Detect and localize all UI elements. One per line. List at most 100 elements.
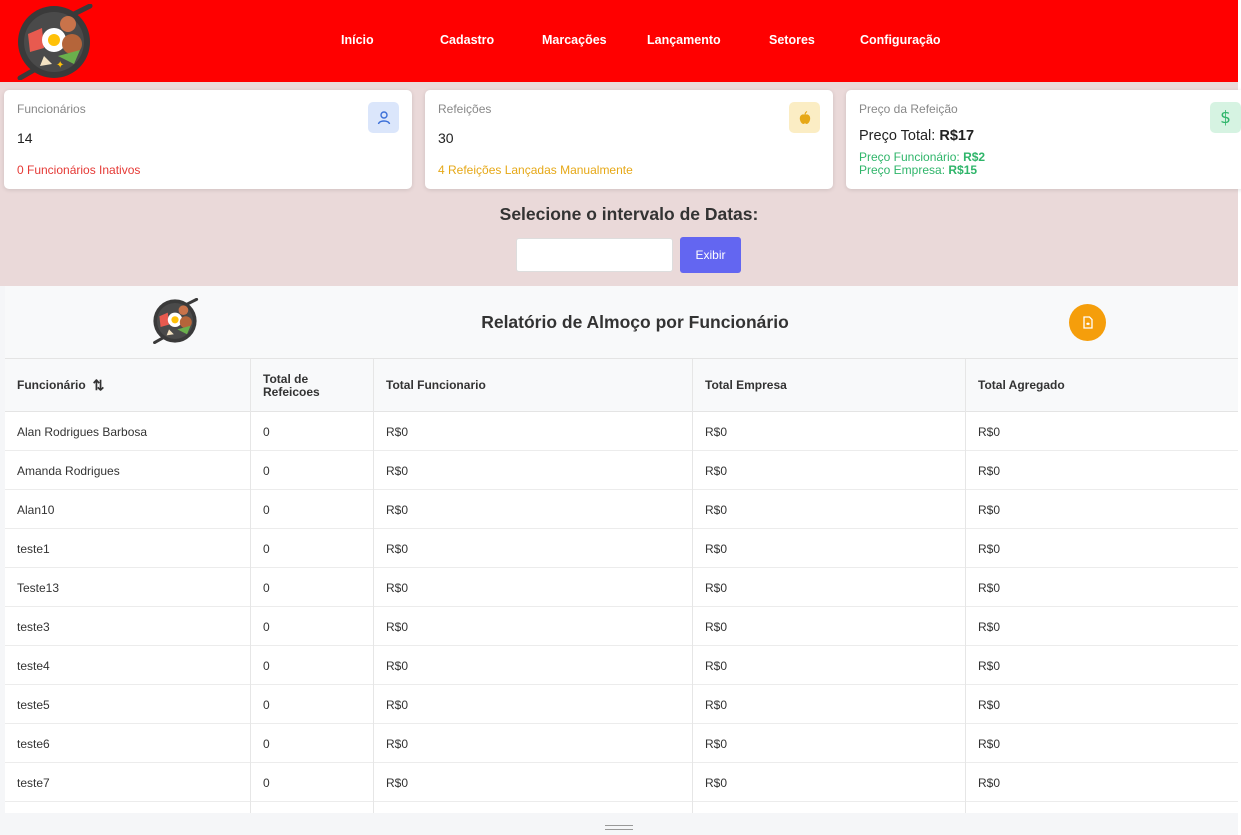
logo-icon[interactable]: ✦ xyxy=(14,4,94,80)
cell-funcionario: teste7 xyxy=(17,775,50,790)
cell-total-refeicoes: 0 xyxy=(263,658,270,673)
cell-funcionario: teste3 xyxy=(17,619,50,634)
col-funcionario-label: Funcionário xyxy=(17,378,86,392)
table-row[interactable] xyxy=(5,802,1238,813)
preco-breakdown: Preço Funcionário: R$2 Preço Empresa: R$… xyxy=(859,151,985,177)
card-title: Funcionários xyxy=(17,102,86,116)
cell-total-agregado: R$0 xyxy=(978,775,1001,790)
preco-funcionario-value: R$2 xyxy=(963,150,986,164)
cell-total-empresa: R$0 xyxy=(705,697,728,712)
table-row[interactable]: Alan Rodrigues Barbosa 0 R$0 R$0 R$0 xyxy=(5,412,1238,451)
table-row[interactable]: teste1 0 R$0 R$0 R$0 xyxy=(5,529,1238,568)
date-range-input[interactable] xyxy=(516,238,673,272)
cell-total-agregado: R$0 xyxy=(978,736,1001,751)
report-panel: Relatório de Almoço por Funcionário Func… xyxy=(5,286,1238,813)
card-preco: Preço da Refeição Preço Total: R$17 Preç… xyxy=(846,90,1241,189)
cell-total-refeicoes: 0 xyxy=(263,424,270,439)
preco-empresa-label: Preço Empresa: xyxy=(859,163,949,177)
card-funcionarios: Funcionários 14 0 Funcionários Inativos xyxy=(4,90,412,189)
apple-icon xyxy=(789,102,820,133)
cell-total-agregado: R$0 xyxy=(978,580,1001,595)
preco-total-label: Preço Total: xyxy=(859,128,940,144)
cell-total-empresa: R$0 xyxy=(705,619,728,634)
sort-icon[interactable]: ⇅ xyxy=(93,378,105,392)
table-row[interactable]: Amanda Rodrigues 0 R$0 R$0 R$0 xyxy=(5,451,1238,490)
cell-total-refeicoes: 0 xyxy=(263,736,270,751)
pdf-export-button[interactable] xyxy=(1069,304,1106,341)
navbar: ✦ Início Cadastro Marcações Lançamento S… xyxy=(0,0,1238,82)
date-range-title: Selecione o intervalo de Datas: xyxy=(499,204,759,224)
cell-total-funcionario: R$0 xyxy=(386,658,409,673)
table-row[interactable]: teste3 0 R$0 R$0 R$0 xyxy=(5,607,1238,646)
cell-total-funcionario: R$0 xyxy=(386,424,409,439)
col-total-funcionario: Total Funcionario xyxy=(386,378,486,392)
report-title: Relatório de Almoço por Funcionário xyxy=(481,312,789,332)
column-divider xyxy=(692,359,693,813)
cell-total-refeicoes: 0 xyxy=(263,619,270,634)
column-divider xyxy=(250,359,251,813)
report-header: Relatório de Almoço por Funcionário xyxy=(5,286,1238,359)
cell-total-funcionario: R$0 xyxy=(386,580,409,595)
table-row[interactable]: Alan10 0 R$0 R$0 R$0 xyxy=(5,490,1238,529)
nav-marcacoes[interactable]: Marcações xyxy=(542,33,607,47)
cell-funcionario: Alan10 xyxy=(17,502,55,517)
cell-total-agregado: R$0 xyxy=(978,541,1001,556)
nav-configuracao[interactable]: Configuração xyxy=(860,33,941,47)
table-row[interactable]: teste5 0 R$0 R$0 R$0 xyxy=(5,685,1238,724)
cell-funcionario: teste4 xyxy=(17,658,50,673)
cell-total-empresa: R$0 xyxy=(705,736,728,751)
col-total-refeicoes: Total de Refeicoes xyxy=(263,371,320,399)
cell-total-empresa: R$0 xyxy=(705,775,728,790)
cell-total-funcionario: R$0 xyxy=(386,697,409,712)
cell-total-funcionario: R$0 xyxy=(386,541,409,556)
preco-total: Preço Total: R$17 xyxy=(859,128,974,144)
cell-total-agregado: R$0 xyxy=(978,658,1001,673)
exibir-button[interactable]: Exibir xyxy=(680,237,741,273)
card-title: Preço da Refeição xyxy=(859,102,958,116)
card-value: 30 xyxy=(438,130,454,146)
cell-total-empresa: R$0 xyxy=(705,424,728,439)
cell-funcionario: teste5 xyxy=(17,697,50,712)
cell-total-refeicoes: 0 xyxy=(263,502,270,517)
table-row[interactable]: Teste13 0 R$0 R$0 R$0 xyxy=(5,568,1238,607)
preco-empresa-value: R$15 xyxy=(948,163,978,177)
nav-setores[interactable]: Setores xyxy=(769,33,815,47)
cell-total-refeicoes: 0 xyxy=(263,580,270,595)
nav-cadastro[interactable]: Cadastro xyxy=(440,33,494,47)
user-icon xyxy=(368,102,399,133)
cell-total-funcionario: R$0 xyxy=(386,502,409,517)
card-subtext: 4 Refeições Lançadas Manualmente xyxy=(438,163,633,177)
cell-funcionario: Teste13 xyxy=(17,580,60,595)
cell-total-funcionario: R$0 xyxy=(386,619,409,634)
cell-total-funcionario: R$0 xyxy=(386,463,409,478)
table-row[interactable]: teste7 0 R$0 R$0 R$0 xyxy=(5,763,1238,802)
col-total-empresa: Total Empresa xyxy=(705,378,787,392)
table-row[interactable]: teste4 0 R$0 R$0 R$0 xyxy=(5,646,1238,685)
card-refeicoes: Refeições 30 4 Refeições Lançadas Manual… xyxy=(425,90,833,189)
cell-total-refeicoes: 0 xyxy=(263,541,270,556)
column-divider xyxy=(965,359,966,813)
cell-total-empresa: R$0 xyxy=(705,541,728,556)
cell-total-agregado: R$0 xyxy=(978,697,1001,712)
cell-total-empresa: R$0 xyxy=(705,580,728,595)
preco-empresa: Preço Empresa: R$15 xyxy=(859,164,985,177)
preco-total-value: R$17 xyxy=(939,128,975,144)
cell-total-refeicoes: 0 xyxy=(263,697,270,712)
card-value: 14 xyxy=(17,130,33,146)
preco-funcionario-label: Preço Funcionário: xyxy=(859,150,964,164)
cell-total-agregado: R$0 xyxy=(978,502,1001,517)
file-pdf-icon xyxy=(1082,316,1093,329)
card-subtext: 0 Funcionários Inativos xyxy=(17,163,141,177)
cell-funcionario: teste1 xyxy=(17,541,50,556)
table-row[interactable]: teste6 0 R$0 R$0 R$0 xyxy=(5,724,1238,763)
resize-grip-icon[interactable] xyxy=(605,825,633,830)
cell-funcionario: Alan Rodrigues Barbosa xyxy=(17,424,148,439)
cell-total-refeicoes: 0 xyxy=(263,463,270,478)
cell-total-empresa: R$0 xyxy=(705,502,728,517)
cell-funcionario: teste6 xyxy=(17,736,50,751)
nav-lancamento[interactable]: Lançamento xyxy=(647,33,721,47)
col-total-agregado: Total Agregado xyxy=(978,378,1065,392)
col-funcionario[interactable]: Funcionário ⇅ xyxy=(17,359,104,412)
cell-total-agregado: R$0 xyxy=(978,463,1001,478)
nav-inicio[interactable]: Início xyxy=(341,33,374,47)
